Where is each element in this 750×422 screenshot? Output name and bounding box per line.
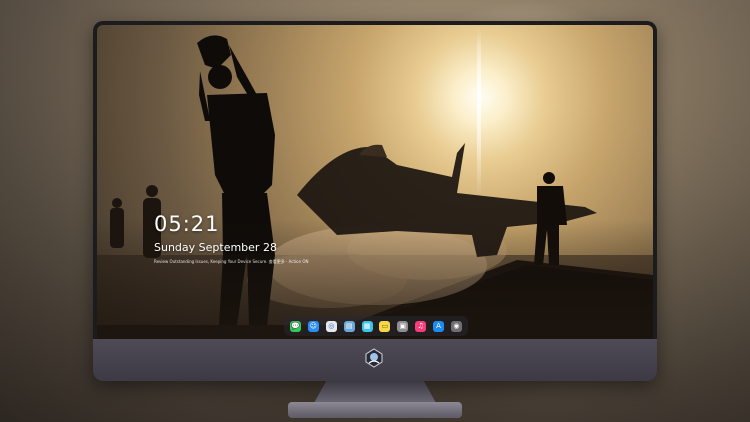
camera-icon[interactable]: ◉: [450, 320, 462, 332]
lockscreen-date: Sunday September 28: [154, 241, 277, 254]
dock: 💬 ☺ ◎ ▤ ▦ ▭ ▣ ♫ A ◉: [284, 316, 468, 336]
monitor-chin: [93, 339, 657, 381]
safari-icon[interactable]: ◎: [325, 320, 337, 332]
monitor-stand-neck: [314, 381, 436, 403]
lockscreen-clock: 05:21: [154, 212, 220, 236]
messages-icon[interactable]: 💬: [290, 320, 301, 332]
finder-icon[interactable]: ☺: [307, 320, 319, 332]
app-store-icon[interactable]: A: [433, 320, 444, 332]
brand-logo-icon: [365, 348, 383, 368]
preview-icon[interactable]: ▤: [343, 320, 355, 332]
monitor: 05:21 Sunday September 28 Review Outstan…: [93, 21, 657, 381]
lockscreen-notice[interactable]: Review Outstanding Issues, Keeping Your …: [154, 259, 309, 265]
photos-icon[interactable]: ▦: [361, 320, 373, 332]
monitor-stand-base: [288, 402, 462, 418]
music-icon[interactable]: ♫: [415, 320, 427, 332]
lockscreen-wallpaper[interactable]: 05:21 Sunday September 28 Review Outstan…: [97, 25, 653, 339]
notes-icon[interactable]: ▭: [379, 320, 391, 332]
system-preferences-icon[interactable]: ▣: [397, 320, 409, 332]
